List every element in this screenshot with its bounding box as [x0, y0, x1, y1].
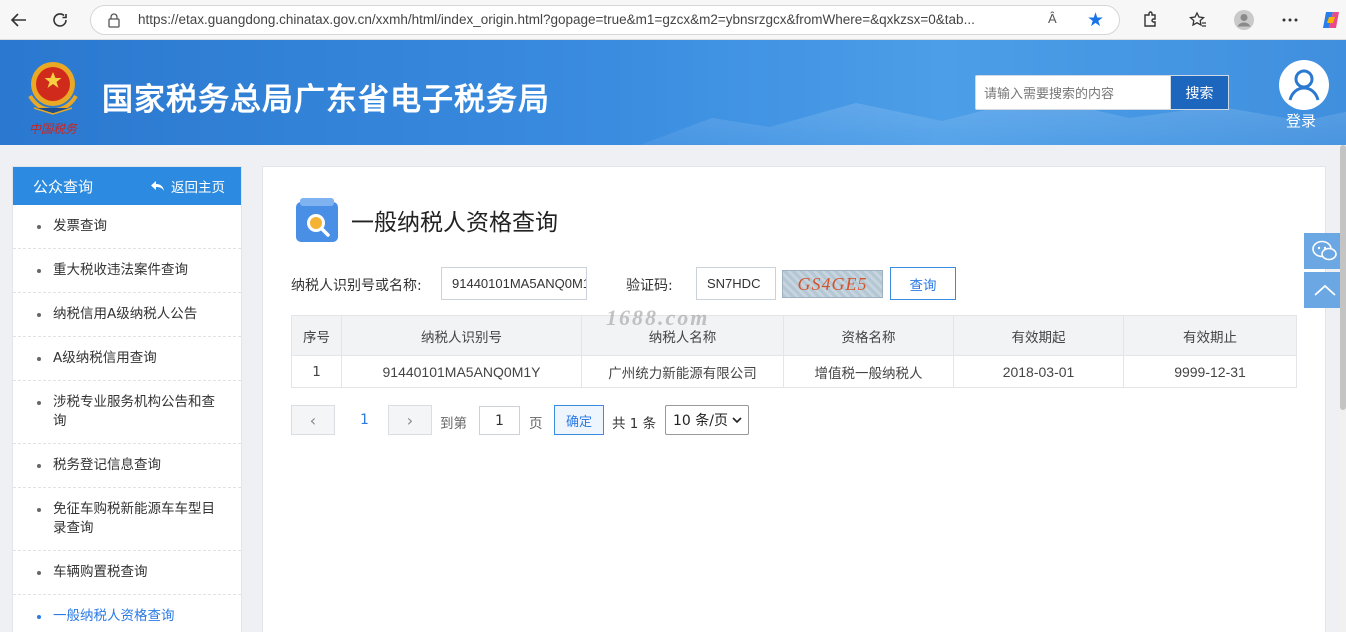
url-text: https://etax.guangdong.chinatax.gov.cn/x…	[138, 12, 975, 27]
favorites-icon[interactable]	[1183, 5, 1213, 35]
svg-text:中国税务: 中国税务	[29, 122, 78, 136]
site-search-input[interactable]: 请输入需要搜索的内容	[975, 75, 1171, 110]
taxpayer-id-input[interactable]: 91440101MA5ANQ0M1Y	[441, 267, 587, 300]
sidebar-title: 公众查询	[33, 177, 94, 196]
table-cell: 1	[291, 355, 342, 388]
column-header: 资格名称	[783, 315, 954, 356]
table-row: 1 91440101MA5ANQ0M1Y 广州统力新能源有限公司 增值税一般纳税…	[291, 355, 1297, 388]
column-header: 有效期止	[1123, 315, 1297, 356]
favorite-star-icon[interactable]: ★	[1087, 9, 1104, 31]
goto-confirm-button[interactable]: 确定	[554, 405, 604, 435]
table-cell: 广州统力新能源有限公司	[581, 355, 784, 388]
results-table: 序号 纳税人识别号 纳税人名称 资格名称 有效期起 有效期止 1 9144010…	[291, 315, 1297, 388]
search-document-icon	[294, 198, 340, 244]
captcha-label: 验证码:	[626, 278, 673, 294]
captcha-input[interactable]: SN7HDC	[696, 267, 776, 300]
browser-toolbar: https://etax.guangdong.chinatax.gov.cn/x…	[0, 0, 1346, 40]
sidebar-item-a-grade-credit-query[interactable]: A级纳税信用查询	[13, 337, 241, 381]
total-count: 共 1 条	[612, 416, 657, 432]
taxpayer-id-label: 纳税人识别号或名称:	[291, 278, 422, 294]
sidebar-item-invoice-query[interactable]: 发票查询	[13, 205, 241, 249]
site-header: 中国税务 国家税务总局广东省电子税务局 请输入需要搜索的内容 搜索 登录	[0, 40, 1346, 145]
read-aloud-icon[interactable]: Â	[1048, 11, 1057, 26]
table-cell: 增值税一般纳税人	[783, 355, 954, 388]
sidebar-item-tax-violation-query[interactable]: 重大税收违法案件查询	[13, 249, 241, 293]
next-page-button[interactable]: ›	[388, 405, 432, 435]
table-header-row: 序号 纳税人识别号 纳税人名称 资格名称 有效期起 有效期止	[291, 315, 1297, 356]
column-header: 有效期起	[953, 315, 1124, 356]
table-cell: 91440101MA5ANQ0M1Y	[341, 355, 582, 388]
search-button[interactable]: 搜索	[1170, 75, 1229, 110]
site-title: 国家税务总局广东省电子税务局	[102, 82, 550, 118]
return-arrow-icon	[151, 181, 164, 191]
column-header: 序号	[291, 315, 342, 356]
goto-suffix-label: 页	[529, 416, 543, 432]
table-cell: 9999-12-31	[1123, 355, 1297, 388]
sidebar-header: 公众查询 返回主页	[13, 167, 241, 205]
watermark-text: 1688.com	[606, 305, 710, 330]
table-cell: 2018-03-01	[953, 355, 1124, 388]
page-size-select[interactable]: 10 条/页	[665, 405, 749, 435]
search-placeholder: 请输入需要搜索的内容	[984, 87, 1115, 102]
refresh-icon[interactable]	[45, 5, 75, 35]
page-title: 一般纳税人资格查询	[351, 210, 558, 236]
page-number-1[interactable]: 1	[360, 412, 369, 428]
copilot-icon[interactable]	[1316, 5, 1346, 35]
address-bar[interactable]: https://etax.guangdong.chinatax.gov.cn/x…	[90, 5, 1120, 35]
lock-icon	[107, 12, 121, 32]
sidebar-item-tax-registration-query[interactable]: 税务登记信息查询	[13, 444, 241, 488]
tax-emblem-logo: 中国税务	[20, 54, 86, 136]
chevron-down-icon	[732, 417, 742, 424]
sidebar-item-ev-catalog-query[interactable]: 免征车购税新能源车车型目录查询	[13, 488, 241, 551]
page-scrollbar-thumb[interactable]	[1340, 145, 1346, 410]
more-menu-icon[interactable]	[1275, 5, 1305, 35]
profile-avatar-icon[interactable]	[1229, 5, 1259, 35]
sidebar-nav: 公众查询 返回主页 发票查询 重大税收违法案件查询 纳税信用A级纳税人公告 A级…	[12, 166, 242, 632]
goto-prefix-label: 到第	[440, 416, 467, 432]
sidebar-item-tax-service-agency[interactable]: 涉税专业服务机构公告和查询	[13, 381, 241, 444]
query-button[interactable]: 查询	[890, 267, 956, 300]
login-label[interactable]: 登录	[1286, 110, 1316, 131]
sidebar-item-vehicle-purchase-tax[interactable]: 车辆购置税查询	[13, 551, 241, 595]
sidebar-item-a-grade-announcement[interactable]: 纳税信用A级纳税人公告	[13, 293, 241, 337]
back-home-link[interactable]: 返回主页	[150, 176, 225, 196]
sidebar-item-general-taxpayer-query[interactable]: 一般纳税人资格查询	[13, 595, 241, 632]
back-home-label: 返回主页	[171, 180, 225, 196]
back-arrow-icon[interactable]	[4, 5, 34, 35]
column-header: 纳税人识别号	[341, 315, 582, 356]
prev-page-button[interactable]: ‹	[291, 405, 335, 435]
main-panel: 一般纳税人资格查询 纳税人识别号或名称: 91440101MA5ANQ0M1Y …	[262, 166, 1326, 632]
captcha-image[interactable]: GS4GE5	[782, 270, 883, 298]
goto-page-input[interactable]: 1	[479, 406, 520, 435]
page-size-value: 10 条/页	[673, 413, 728, 429]
extensions-icon[interactable]	[1135, 5, 1165, 35]
user-login-icon[interactable]	[1279, 60, 1329, 110]
